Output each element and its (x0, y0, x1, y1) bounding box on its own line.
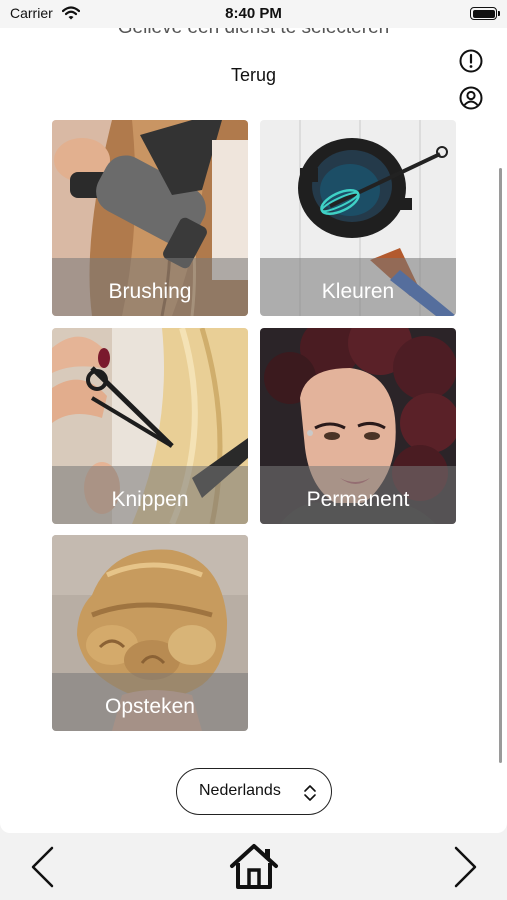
service-label-knippen: Knippen (111, 488, 189, 511)
language-select[interactable]: Nederlands (176, 768, 332, 815)
service-tile-knippen[interactable]: Knippen (52, 328, 248, 524)
language-label: Nederlands (199, 782, 281, 799)
service-tile-permanent[interactable]: Permanent (260, 328, 456, 524)
updown-chevron-icon (304, 785, 316, 801)
service-tile-opsteken[interactable]: Opsteken (52, 535, 248, 731)
scrollbar[interactable] (499, 168, 502, 763)
service-label-permanent: Permanent (306, 488, 410, 511)
home-icon[interactable] (229, 843, 279, 890)
service-label-brushing: Brushing (108, 280, 192, 303)
back-link[interactable]: Terug (0, 65, 507, 86)
service-screen: Gelieve een dienst te selecteren Terug B… (0, 28, 507, 833)
exclamation-circle-icon[interactable] (458, 48, 484, 74)
status-bar: Carrier 8:40 PM (0, 0, 507, 28)
chevron-left-icon[interactable] (28, 845, 56, 889)
service-tile-kleuren[interactable]: Kleuren (260, 120, 456, 316)
clock: 8:40 PM (225, 5, 282, 22)
page-subtitle: Gelieve een dienst te selecteren (0, 28, 507, 39)
chevron-right-icon[interactable] (452, 845, 480, 889)
battery-full-icon (470, 7, 500, 20)
user-circle-icon[interactable] (458, 85, 484, 111)
service-label-kleuren: Kleuren (321, 280, 395, 303)
service-label-opsteken: Opsteken (105, 695, 195, 718)
service-tile-brushing[interactable]: Brushing (52, 120, 248, 316)
